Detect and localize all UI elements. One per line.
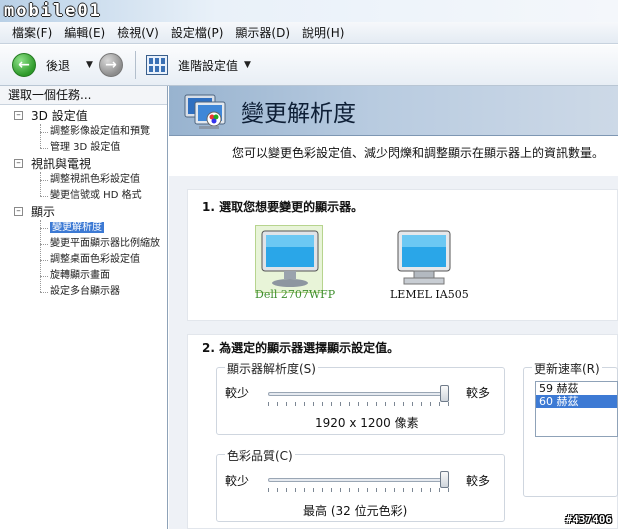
monitor-label-lemel[interactable]: LEMEL IA505 <box>390 288 469 301</box>
color-quality-more-label: 較多 <box>466 474 491 488</box>
task-label: 調整影像設定值和預覽 <box>50 126 150 137</box>
resolution-label: 顯示器解析度(S) <box>225 360 318 377</box>
task-flat-panel-scaling[interactable]: 變更平面顯示器比例縮放 <box>0 236 167 252</box>
tree-category-label: 顯示 <box>31 205 56 219</box>
section1-title: 1. 選取您想要變更的顯示器。 <box>202 200 364 214</box>
resolution-less-label: 較少 <box>225 386 250 400</box>
task-label: 調整桌面色彩設定值 <box>50 254 140 265</box>
task-video-color[interactable]: 調整視訊色彩設定值 <box>0 172 167 188</box>
refresh-rate-listbox[interactable]: 59 赫茲 60 赫茲 <box>535 381 618 437</box>
back-arrow-icon[interactable]: ← <box>12 53 36 77</box>
resolution-slider-thumb[interactable] <box>440 385 449 402</box>
section2-title: 2. 為選定的顯示器選擇顯示設定值。 <box>202 341 400 355</box>
forward-arrow-icon[interactable]: → <box>98 53 123 77</box>
task-label: 管理 3D 設定值 <box>50 142 121 153</box>
task-adjust-image-preview[interactable]: 調整影像設定值和預覽 <box>0 124 167 140</box>
monitor-icon-dell[interactable] <box>256 227 326 291</box>
task-desktop-color[interactable]: 調整桌面色彩設定值 <box>0 252 167 268</box>
color-quality-slider-ticks <box>268 488 449 492</box>
task-tree: – 3D 設定值 調整影像設定值和預覽 管理 3D 設定值 – 視訊與電視 調整… <box>0 105 167 300</box>
advanced-settings-icon[interactable] <box>145 55 168 75</box>
resolution-slider-track[interactable] <box>268 392 449 396</box>
color-quality-value: 最高 (32 位元色彩) <box>303 504 408 518</box>
tree-category-label: 視訊與電視 <box>31 157 92 171</box>
tree-category-3d[interactable]: – 3D 設定值 <box>0 108 167 124</box>
main-panel: 變更解析度 您可以變更色彩設定值、減少閃爍和調整顯示在顯示器上的資訊數量。 1.… <box>169 86 618 529</box>
color-quality-label: 色彩品質(C) <box>225 447 295 464</box>
color-quality-less-label: 較少 <box>225 474 250 488</box>
menu-help[interactable]: 說明(H) <box>296 24 350 41</box>
task-multiple-displays[interactable]: 設定多台顯示器 <box>0 284 167 300</box>
menu-display[interactable]: 顯示器(D) <box>229 24 296 41</box>
resolution-slider-ticks <box>268 402 449 406</box>
task-label: 調整視訊色彩設定值 <box>50 174 140 185</box>
monitor-label-dell[interactable]: Dell 2707WFP <box>255 288 335 301</box>
refresh-option-60[interactable]: 60 赫茲 <box>536 395 617 408</box>
tree-category-label: 3D 設定值 <box>31 109 88 123</box>
tree-category-video[interactable]: – 視訊與電視 <box>0 156 167 172</box>
menu-bar: 檔案(F) 編輯(E) 檢視(V) 設定檔(P) 顯示器(D) 說明(H) <box>0 22 618 44</box>
site-logo: mobile01 <box>4 1 102 21</box>
watermark-id: #437406 <box>565 513 612 526</box>
task-label: 設定多台顯示器 <box>50 286 120 297</box>
page-description: 您可以變更色彩設定值、減少閃爍和調整顯示在顯示器上的資訊數量。 <box>169 136 618 176</box>
color-quality-slider-track[interactable] <box>268 478 449 482</box>
collapse-icon[interactable]: – <box>14 159 23 168</box>
advanced-dropdown-icon[interactable]: ▼ <box>244 60 251 70</box>
resolution-more-label: 較多 <box>466 386 491 400</box>
back-history-dropdown-icon[interactable]: ▼ <box>86 60 93 70</box>
page-header: 變更解析度 <box>169 86 618 136</box>
task-signal-format[interactable]: 變更信號或 HD 格式 <box>0 188 167 204</box>
task-panel-heading: 選取一個任務... <box>0 86 167 105</box>
title-strip: mobile01 <box>0 0 618 22</box>
refresh-rate-label: 更新速率(R) <box>532 360 602 377</box>
advanced-settings-button[interactable]: 進階設定值 <box>178 57 238 74</box>
task-label: 變更平面顯示器比例縮放 <box>50 238 160 249</box>
task-change-resolution[interactable]: 變更解析度 <box>0 220 167 236</box>
menu-file[interactable]: 檔案(F) <box>6 24 58 41</box>
task-panel: 選取一個任務... – 3D 設定值 調整影像設定值和預覽 管理 3D 設定值 … <box>0 86 168 529</box>
task-label: 變更信號或 HD 格式 <box>50 190 142 201</box>
menu-view[interactable]: 檢視(V) <box>111 24 165 41</box>
resolution-value: 1920 x 1200 像素 <box>315 416 419 430</box>
back-button-label[interactable]: 後退 <box>46 57 70 74</box>
toolbar: ← 後退 ▼ → 進階設定值 ▼ <box>0 45 618 86</box>
menu-profile[interactable]: 設定檔(P) <box>165 24 230 41</box>
toolbar-separator <box>134 51 136 79</box>
tree-category-display[interactable]: – 顯示 <box>0 204 167 220</box>
task-manage-3d[interactable]: 管理 3D 設定值 <box>0 140 167 156</box>
collapse-icon[interactable]: – <box>14 111 23 120</box>
display-settings-icon <box>184 94 226 129</box>
task-label: 旋轉顯示畫面 <box>50 270 110 281</box>
task-rotate-display[interactable]: 旋轉顯示畫面 <box>0 268 167 284</box>
page-title: 變更解析度 <box>241 101 356 127</box>
monitor-icon-lemel[interactable] <box>390 227 460 291</box>
menu-edit[interactable]: 編輯(E) <box>58 24 111 41</box>
collapse-icon[interactable]: – <box>14 207 23 216</box>
task-label: 變更解析度 <box>50 222 104 233</box>
color-quality-slider-thumb[interactable] <box>440 471 449 488</box>
refresh-option-59[interactable]: 59 赫茲 <box>536 382 617 395</box>
